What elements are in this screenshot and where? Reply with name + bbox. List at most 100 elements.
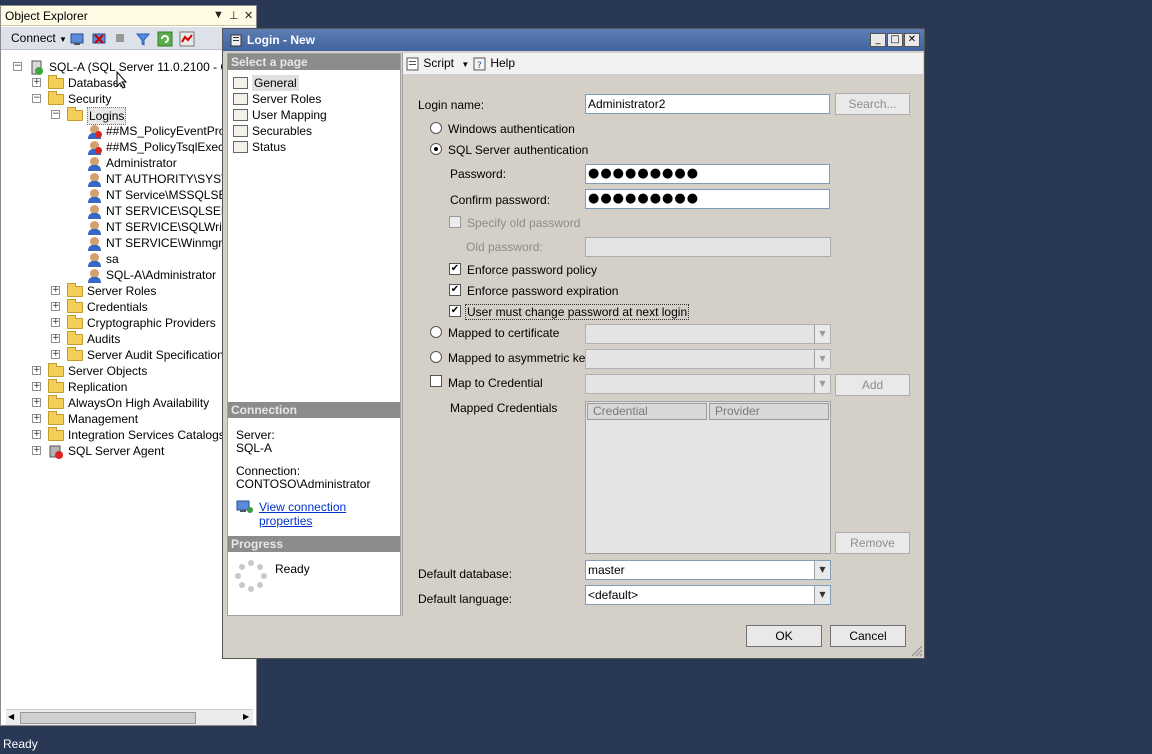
tree-node[interactable]: + Databases [1,75,256,91]
close-icon[interactable]: ✕ [904,33,920,47]
login-icon [86,156,102,171]
login-icon [86,252,102,267]
tree-node[interactable]: NT SERVICE\SQLSERVER [1,203,256,219]
page-item-label: Server Roles [252,92,322,106]
tree-node[interactable]: sa [1,251,256,267]
mapped-cert-radio[interactable] [430,326,442,338]
tree-node-label: Security [68,92,112,106]
remove-button[interactable]: Remove [835,532,910,554]
tree-node[interactable]: + Management [1,411,256,427]
disconnect-icon[interactable] [91,31,107,47]
must-change-checkbox[interactable]: ✔ [449,305,461,317]
map-credential-checkbox[interactable] [430,375,442,387]
tree-node[interactable]: + Server Roles [1,283,256,299]
windows-auth-radio[interactable] [430,122,442,134]
tree-node[interactable]: Administrator [1,155,256,171]
tree-node[interactable]: + Replication [1,379,256,395]
maximize-icon[interactable]: □ [887,33,903,47]
expand-icon[interactable]: + [32,430,41,439]
tree-node[interactable]: ##MS_PolicyEventProce [1,123,256,139]
scrollbar-thumb[interactable] [20,712,196,724]
folder-icon [67,283,83,297]
activity-monitor-icon[interactable] [179,31,195,47]
default-language-select[interactable]: <default> ▼ [585,585,831,605]
help-label: Help [490,56,516,70]
expand-icon[interactable]: + [51,334,60,343]
credential-select[interactable]: ▼ [585,374,831,394]
expand-icon[interactable]: + [51,286,60,295]
grid-header-provider[interactable]: Provider [709,403,829,420]
script-button[interactable]: Script ▼ [406,56,469,71]
tree-node[interactable]: + Audits [1,331,256,347]
window-position-dropdown-icon[interactable]: ▼ [213,9,224,21]
certificate-select[interactable]: ▼ [585,324,831,344]
tree-node[interactable]: + Integration Services Catalogs [1,427,256,443]
enforce-expiration-checkbox[interactable]: ✔ [449,284,461,296]
tree-node[interactable]: + Server Objects [1,363,256,379]
expand-icon[interactable]: + [32,446,41,455]
collapse-icon[interactable]: − [51,110,60,119]
connect-button[interactable]: Connect ▼ [11,31,67,45]
enforce-policy-checkbox[interactable]: ✔ [449,263,461,275]
specify-old-password-checkbox[interactable] [449,216,461,228]
old-password-input[interactable] [585,237,831,257]
tree-node[interactable]: SQL-A\Administrator [1,267,256,283]
password-input[interactable]: ●●●●●●●●● [585,164,830,184]
folder-icon [48,395,64,409]
ok-button[interactable]: OK [746,625,822,647]
progress-status: Ready [275,562,310,576]
search-button[interactable]: Search... [835,93,910,115]
login-name-input[interactable]: Administrator2 [585,94,830,114]
cancel-button[interactable]: Cancel [830,625,906,647]
tree-node[interactable]: − SQL-A (SQL Server 11.0.2100 - CON [1,59,256,75]
confirm-password-input[interactable]: ●●●●●●●●● [585,189,830,209]
tree-node[interactable]: NT AUTHORITY\SYSTEM [1,171,256,187]
scroll-left-icon[interactable]: ◀ [8,712,14,721]
sql-auth-radio[interactable] [430,143,442,155]
folder-icon [48,427,64,441]
tree-node[interactable]: ##MS_PolicyTsqlExecuti [1,139,256,155]
tree-node[interactable]: + SQL Server Agent [1,443,256,459]
tree-node[interactable]: − Logins [1,107,256,125]
stop-icon[interactable] [114,32,126,44]
scroll-right-icon[interactable]: ▶ [243,712,249,721]
view-connection-properties-link[interactable]: View connection properties [259,500,400,528]
expand-icon[interactable]: + [51,318,60,327]
filter-icon[interactable] [135,31,151,47]
expand-icon[interactable]: + [32,78,41,87]
connect-object-explorer-icon[interactable] [69,31,85,47]
folder-icon [67,299,83,313]
must-change-label: User must change password at next login [465,304,690,320]
tree-node[interactable]: + Cryptographic Providers [1,315,256,331]
tree-node[interactable]: + AlwaysOn High Availability [1,395,256,411]
help-button[interactable]: ? Help [473,56,515,71]
expand-icon[interactable]: + [32,414,41,423]
horizontal-scrollbar[interactable]: ◀ ▶ [6,709,253,725]
expand-icon[interactable]: + [51,350,60,359]
tree-node[interactable]: + Credentials [1,299,256,315]
tree-node[interactable]: NT SERVICE\SQLWriter [1,219,256,235]
resize-grip-icon[interactable] [909,643,923,657]
tree-node[interactable]: + Server Audit Specifications [1,347,256,363]
asymmetric-key-select[interactable]: ▼ [585,349,831,369]
folder-icon [67,107,83,121]
tree-node[interactable]: NT Service\MSSQLSERVE [1,187,256,203]
pin-icon[interactable]: ⊥ [229,9,239,22]
grid-header-credential[interactable]: Credential [587,403,707,420]
expand-icon[interactable]: + [32,366,41,375]
tree-node[interactable]: − Security [1,91,256,107]
minimize-icon[interactable]: _ [870,33,886,47]
close-panel-icon[interactable]: ✕ [244,9,253,22]
expand-icon[interactable]: + [32,382,41,391]
refresh-icon[interactable] [157,31,173,47]
mapped-credentials-grid[interactable]: Credential Provider [585,401,831,554]
collapse-icon[interactable]: − [13,62,22,71]
default-database-select[interactable]: master ▼ [585,560,831,580]
mapped-asym-radio[interactable] [430,351,442,363]
collapse-icon[interactable]: − [32,94,41,103]
add-button[interactable]: Add [835,374,910,396]
expand-icon[interactable]: + [32,398,41,407]
tree-node[interactable]: NT SERVICE\Winmgmt [1,235,256,251]
tree-node-label: Administrator [106,156,177,170]
expand-icon[interactable]: + [51,302,60,311]
